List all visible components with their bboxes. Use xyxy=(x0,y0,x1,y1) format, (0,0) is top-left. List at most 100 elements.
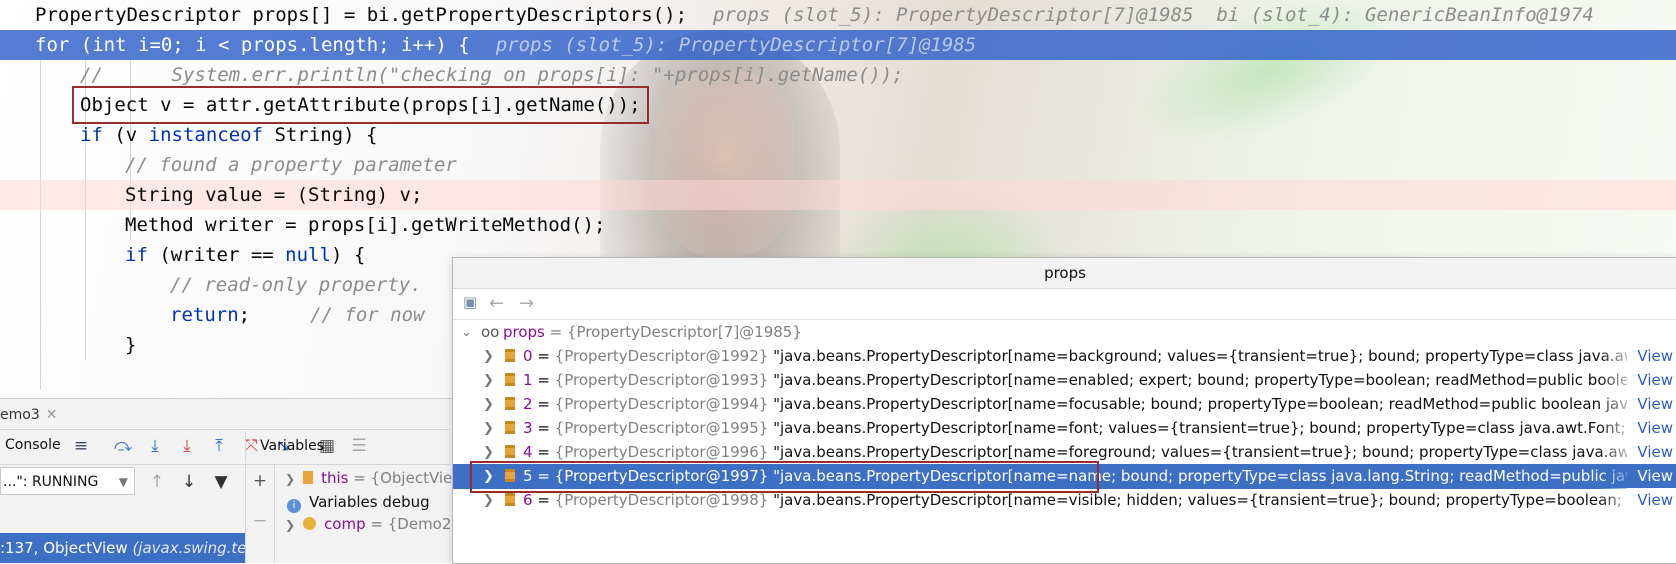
step-out-icon[interactable]: ⤒ xyxy=(208,436,230,456)
chevron-down-icon: ▼ xyxy=(118,475,128,489)
field-icon xyxy=(505,445,515,458)
view-link[interactable]: View xyxy=(1627,416,1676,441)
code-keyword: null xyxy=(285,244,331,266)
inline-debug-value: props (slot_5): PropertyDescriptor[7]@19… xyxy=(713,4,1594,26)
tree-row[interactable]: ❯ 6 = {PropertyDescriptor@1998} "java.be… xyxy=(453,488,1676,513)
menu-icon[interactable]: ≡ xyxy=(70,436,92,456)
code-text: String value = (String) v; xyxy=(125,184,423,206)
chevron-right-icon[interactable]: ❯ xyxy=(483,344,494,369)
code-text: (int i=0; i < props.length; i++) { xyxy=(69,34,470,56)
debug-session-tab[interactable]: emo3 ✕ xyxy=(0,403,57,427)
code-text: } xyxy=(125,334,137,356)
tree-row[interactable]: ❯ 1 = {PropertyDescriptor@1993} "java.be… xyxy=(453,368,1676,393)
code-keyword: instanceof xyxy=(148,124,264,146)
view-link[interactable]: View xyxy=(1627,488,1676,513)
view-link[interactable]: View xyxy=(1627,344,1676,369)
code-text: Method writer = props[i].getWriteMethod(… xyxy=(125,214,606,236)
variable-row[interactable]: ❯ this = {ObjectVie xyxy=(285,469,452,487)
frame-list-item-selected[interactable]: :137, ObjectView (javax.swing.tex xyxy=(0,533,245,563)
variables-panel-header: Variables xyxy=(245,431,450,461)
tree-row[interactable]: ❯ 0 = {PropertyDescriptor@1992} "java.be… xyxy=(453,344,1676,369)
code-line[interactable]: // found a property parameter xyxy=(0,150,1676,180)
filter-icon[interactable]: ▼ xyxy=(210,472,232,492)
tree-row[interactable]: ❯ 3 = {PropertyDescriptor@1995} "java.be… xyxy=(453,416,1676,441)
popup-title: props xyxy=(453,258,1676,289)
object-ref: {PropertyDescriptor@1995} xyxy=(554,419,769,437)
inline-debug-value: props (slot_5): PropertyDescriptor[7]@19… xyxy=(495,34,977,56)
variable-name: Variables debug xyxy=(309,493,430,511)
field-icon xyxy=(505,421,515,434)
chevron-right-icon[interactable]: ❯ xyxy=(285,518,295,532)
field-icon xyxy=(505,349,515,362)
variables-side-toolbar: + − xyxy=(245,463,275,563)
forward-arrow-icon[interactable]: → xyxy=(519,293,534,314)
code-text: ; xyxy=(238,304,251,326)
tree-row[interactable]: ❯ 2 = {PropertyDescriptor@1994} "java.be… xyxy=(453,392,1676,417)
arrow-up-icon[interactable]: ↑ xyxy=(146,472,168,492)
object-ref: {PropertyDescriptor@1992} xyxy=(554,347,769,365)
view-link[interactable]: View xyxy=(1627,392,1676,417)
frame-location: :137, ObjectView xyxy=(0,539,128,557)
code-line[interactable]: // System.err.println("checking on props… xyxy=(0,60,1676,90)
code-text: String) { xyxy=(263,124,378,146)
code-comment: // System.err.println("checking on props… xyxy=(80,64,904,86)
add-watch-icon[interactable]: + xyxy=(249,471,271,491)
object-tostring: "java.beans.PropertyDescriptor[name=focu… xyxy=(773,395,1676,413)
code-line-current-execution[interactable]: for (int i=0; i < props.length; i++) { pr… xyxy=(0,30,1676,60)
array-index: 0 xyxy=(523,347,533,365)
variable-row[interactable]: i Variables debug xyxy=(287,493,430,513)
code-line[interactable]: PropertyDescriptor props[] = bi.getPrope… xyxy=(0,0,1676,30)
view-link[interactable]: View xyxy=(1627,440,1676,465)
chevron-down-icon[interactable]: ⌄ xyxy=(461,320,472,345)
object-tostring: "java.beans.PropertyDescriptor[name=enab… xyxy=(773,371,1676,389)
view-link[interactable]: View xyxy=(1627,464,1676,489)
chevron-right-icon[interactable]: ❯ xyxy=(483,488,494,513)
chevron-right-icon[interactable]: ❯ xyxy=(483,368,494,393)
object-ref: {PropertyDescriptor@1996} xyxy=(554,443,769,461)
popup-toolbar: ▣ ← → xyxy=(453,289,1676,320)
array-index: 3 xyxy=(523,419,533,437)
view-link[interactable]: View xyxy=(1627,368,1676,393)
chevron-right-icon[interactable]: ❯ xyxy=(285,472,295,486)
array-index: 6 xyxy=(523,491,533,509)
code-keyword: for xyxy=(35,34,70,56)
force-step-into-icon[interactable]: ⤓ xyxy=(176,436,198,456)
chevron-right-icon[interactable]: ❯ xyxy=(483,464,494,489)
code-comment: // read-only property. xyxy=(170,274,422,296)
root-name: props xyxy=(503,323,545,341)
chevron-right-icon[interactable]: ❯ xyxy=(483,416,494,441)
code-text: (v xyxy=(102,124,149,146)
object-tostring: "java.beans.PropertyDescriptor[name=back… xyxy=(773,347,1676,365)
arrow-down-icon[interactable]: ↓ xyxy=(178,472,200,492)
array-index: 4 xyxy=(523,443,533,461)
navigate-icon[interactable]: ▣ xyxy=(463,293,477,311)
remove-icon[interactable]: − xyxy=(249,511,271,531)
code-line[interactable]: Method writer = props[i].getWriteMethod(… xyxy=(0,210,1676,240)
code-keyword: if xyxy=(125,244,148,266)
tree-row[interactable]: ❯ 4 = {PropertyDescriptor@1996} "java.be… xyxy=(453,440,1676,465)
thread-selector[interactable]: ...": RUNNING ▼ xyxy=(0,467,135,495)
field-icon xyxy=(303,471,314,484)
variable-name: this xyxy=(321,469,349,487)
variable-name: comp xyxy=(324,515,366,533)
object-tostring: "java.beans.PropertyDescriptor[name=name… xyxy=(773,467,1676,485)
code-line-breakpoint[interactable]: String value = (String) v; xyxy=(0,180,1676,210)
chevron-right-icon[interactable]: ❯ xyxy=(483,440,494,465)
back-arrow-icon[interactable]: ← xyxy=(489,293,504,314)
variable-value: = {ObjectVie xyxy=(353,469,453,487)
field-icon xyxy=(505,493,515,506)
code-line[interactable]: if (v instanceof String) { xyxy=(0,120,1676,150)
tree-row-selected[interactable]: ❯ 5 = {PropertyDescriptor@1997} "java.be… xyxy=(453,464,1676,489)
code-text: PropertyDescriptor props[] = bi.getPrope… xyxy=(35,4,688,26)
step-over-icon[interactable]: ⤼ xyxy=(112,436,134,456)
variable-row[interactable]: ❯ comp = {Demo2@ xyxy=(285,515,466,533)
close-icon[interactable]: ✕ xyxy=(46,407,58,423)
tree-root-row[interactable]: ⌄ oo props = {PropertyDescriptor[7]@1985… xyxy=(453,320,1676,345)
console-tab[interactable]: Console xyxy=(5,437,61,453)
chevron-right-icon[interactable]: ❯ xyxy=(483,392,494,417)
step-into-icon[interactable]: ⤓ xyxy=(144,436,166,456)
array-index: 5 xyxy=(523,467,533,485)
field-icon xyxy=(505,469,515,482)
code-line[interactable]: Object v = attr.getAttribute(props[i].ge… xyxy=(0,86,1676,124)
object-ref: {PropertyDescriptor@1998} xyxy=(554,491,769,509)
